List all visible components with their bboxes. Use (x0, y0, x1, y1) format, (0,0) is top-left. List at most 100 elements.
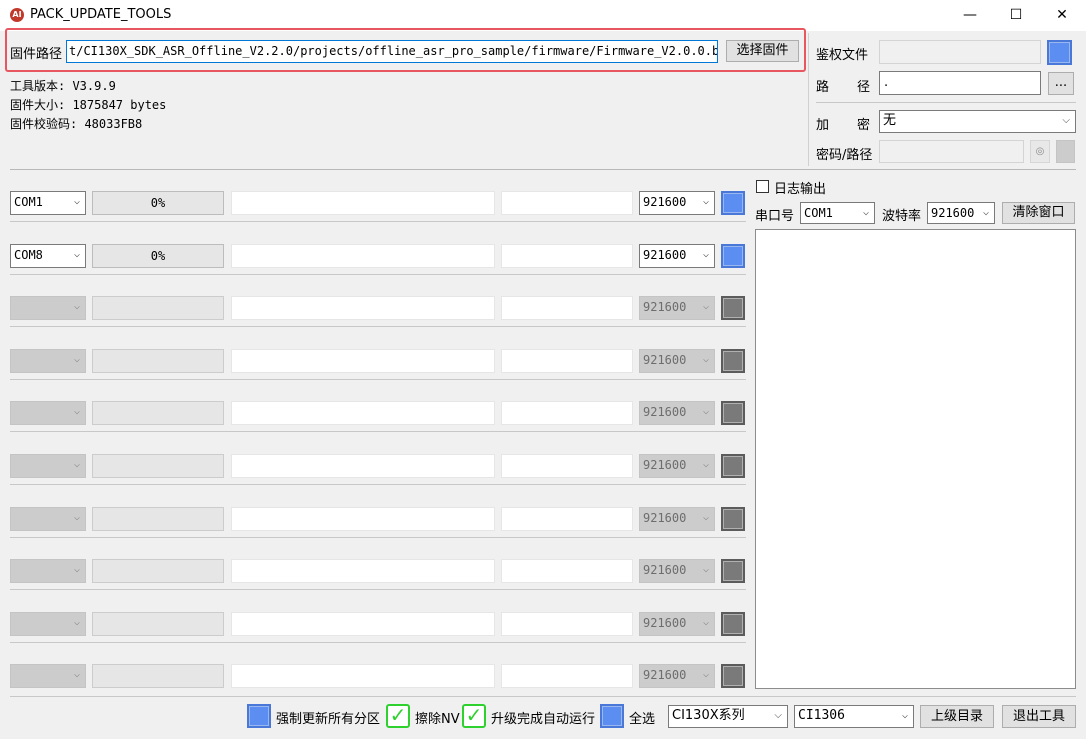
close-button[interactable]: ✕ (1039, 0, 1085, 31)
baud-select[interactable]: 921600 ⌵ (639, 244, 715, 268)
auth-file-field (879, 40, 1041, 64)
baud-select[interactable]: 921600 ⌵ (639, 507, 715, 531)
select-all-label: 全选 (629, 712, 656, 727)
chevron-down-icon: ⌵ (702, 196, 709, 207)
port-enable-checkbox[interactable] (721, 401, 745, 425)
password-browse-button[interactable] (1056, 140, 1075, 163)
firmware-path-label: 固件路径 (10, 47, 63, 62)
firmware-checksum-text: 固件校验码: 48033FB8 (10, 117, 143, 131)
baud-select[interactable]: 921600 ⌵ (639, 664, 715, 688)
status-field (231, 296, 495, 320)
log-output-area[interactable] (755, 229, 1076, 689)
chevron-down-icon: ⌵ (702, 617, 709, 628)
progress-field: 0% (92, 244, 224, 268)
chevron-down-icon: ⌵ (702, 301, 709, 312)
exit-tool-button[interactable]: 退出工具 (1002, 705, 1076, 728)
port-enable-checkbox[interactable] (721, 244, 745, 268)
parent-directory-button[interactable]: 上级目录 (920, 705, 994, 728)
port-select[interactable]: COM1 ⌵ (10, 191, 86, 215)
baud-select-value: 921600 (643, 616, 687, 630)
firmware-size-text: 固件大小: 1875847 bytes (10, 98, 167, 112)
baud-rate-select[interactable]: 921600 ⌵ (927, 202, 995, 224)
select-all-checkbox[interactable] (600, 704, 624, 728)
port-select[interactable]: ⌵ (10, 612, 86, 636)
status-field (231, 349, 495, 373)
row-separator (10, 274, 746, 275)
baud-select[interactable]: 921600 ⌵ (639, 559, 715, 583)
chevron-down-icon: ⌵ (73, 196, 80, 207)
auth-separator (816, 102, 1076, 103)
info-field (501, 191, 633, 215)
chip-model-value: CI1306 (798, 708, 845, 723)
port-select[interactable]: ⌵ (10, 296, 86, 320)
port-select[interactable]: ⌵ (10, 664, 86, 688)
auto-run-label: 升级完成自动运行 (491, 712, 596, 727)
encrypt-select[interactable]: 无 ⌵ (879, 110, 1076, 133)
port-enable-checkbox[interactable] (721, 349, 745, 373)
status-field (231, 559, 495, 583)
auto-run-checkbox[interactable]: ✓ (462, 704, 486, 728)
baud-select[interactable]: 921600 ⌵ (639, 349, 715, 373)
chevron-down-icon: ⌵ (73, 459, 80, 470)
chevron-down-icon: ⌵ (1062, 115, 1070, 126)
progress-field (92, 507, 224, 531)
chip-series-value: CI130X系列 (672, 708, 745, 723)
baud-select[interactable]: 921600 ⌵ (639, 191, 715, 215)
port-enable-checkbox[interactable] (721, 664, 745, 688)
row-separator (10, 221, 746, 222)
baud-rate-label: 波特率 (882, 209, 922, 224)
info-field (501, 296, 633, 320)
row-separator (10, 326, 746, 327)
info-field (501, 664, 633, 688)
port-select[interactable]: ⌵ (10, 349, 86, 373)
port-enable-checkbox[interactable] (721, 454, 745, 478)
status-field (231, 507, 495, 531)
port-select[interactable]: ⌵ (10, 401, 86, 425)
chevron-down-icon: ⌵ (702, 459, 709, 470)
port-enable-checkbox[interactable] (721, 191, 745, 215)
chevron-down-icon: ⌵ (73, 512, 80, 523)
erase-nv-checkbox[interactable]: ✓ (386, 704, 410, 728)
chip-series-select[interactable]: CI130X系列 ⌵ (668, 705, 788, 728)
info-field (501, 244, 633, 268)
port-enable-checkbox[interactable] (721, 559, 745, 583)
progress-field (92, 401, 224, 425)
eye-icon[interactable]: ◎ (1030, 140, 1050, 163)
chip-model-select[interactable]: CI1306 ⌵ (794, 705, 914, 728)
baud-select[interactable]: 921600 ⌵ (639, 612, 715, 636)
port-select[interactable]: ⌵ (10, 454, 86, 478)
chevron-down-icon: ⌵ (702, 564, 709, 575)
clear-window-button[interactable]: 清除窗口 (1002, 202, 1075, 224)
serial-port-value: COM1 (804, 206, 833, 220)
minimize-button[interactable]: — (947, 0, 993, 31)
chevron-down-icon: ⌵ (73, 669, 80, 680)
log-output-checkbox[interactable] (756, 180, 769, 193)
row-separator (10, 379, 746, 380)
port-enable-checkbox[interactable] (721, 612, 745, 636)
chevron-down-icon: ⌵ (702, 354, 709, 365)
select-firmware-button[interactable]: 选择固件 (726, 40, 799, 62)
force-update-checkbox[interactable] (247, 704, 271, 728)
port-enable-checkbox[interactable] (721, 296, 745, 320)
baud-select[interactable]: 921600 ⌵ (639, 401, 715, 425)
path-input[interactable]: . (879, 71, 1041, 95)
row-separator (10, 431, 746, 432)
status-field (231, 664, 495, 688)
info-field (501, 454, 633, 478)
port-select[interactable]: COM8 ⌵ (10, 244, 86, 268)
chevron-down-icon: ⌵ (774, 710, 782, 721)
baud-select[interactable]: 921600 ⌵ (639, 296, 715, 320)
port-enable-checkbox[interactable] (721, 507, 745, 531)
port-select[interactable]: ⌵ (10, 559, 86, 583)
port-select[interactable]: ⌵ (10, 507, 86, 531)
baud-select[interactable]: 921600 ⌵ (639, 454, 715, 478)
maximize-button[interactable]: ☐ (993, 0, 1039, 31)
auth-file-toggle[interactable] (1047, 40, 1072, 65)
encrypt-label-2: 密 (857, 118, 871, 133)
serial-port-select[interactable]: COM1 ⌵ (800, 202, 875, 224)
progress-field (92, 559, 224, 583)
browse-button[interactable]: ... (1048, 72, 1074, 95)
chevron-down-icon: ⌵ (702, 406, 709, 417)
firmware-path-input[interactable]: t/CI130X_SDK_ASR_Offline_V2.2.0/projects… (66, 40, 718, 63)
baud-select-value: 921600 (643, 511, 687, 525)
